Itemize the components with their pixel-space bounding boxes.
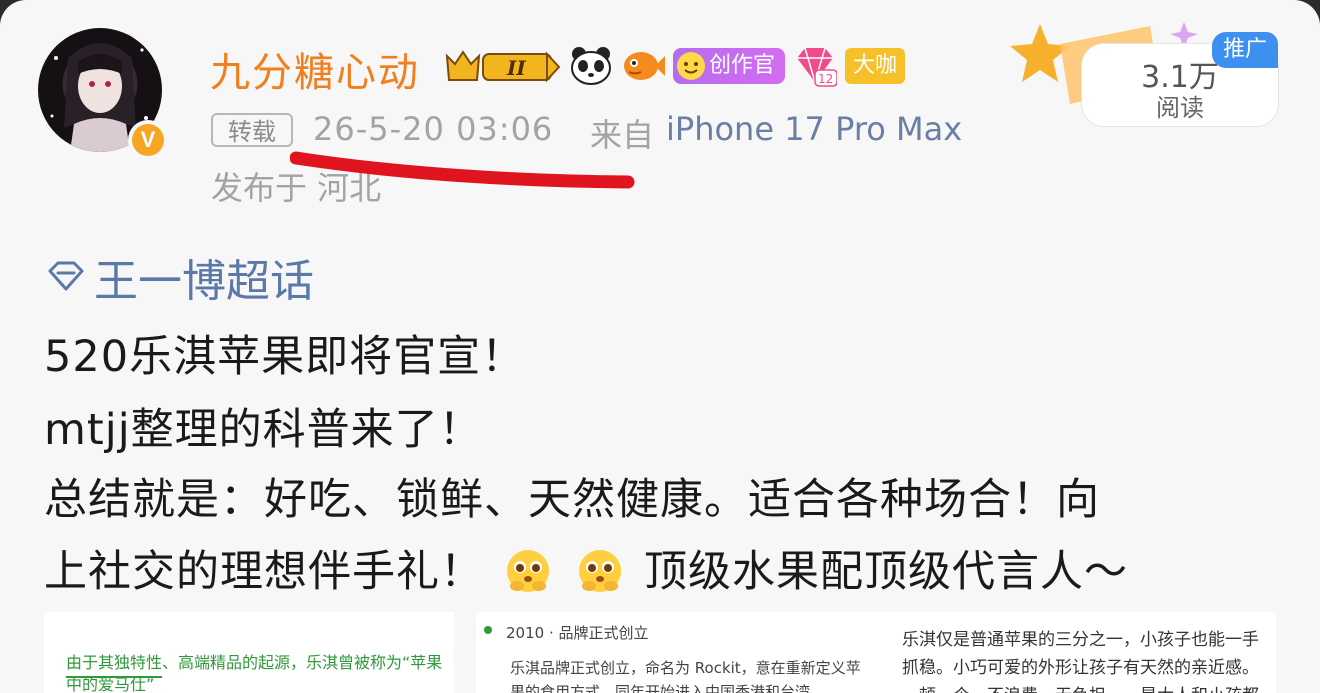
creator-badge[interactable]: 创作官 [673,48,786,84]
user-badges: II 创作官 12 大咖 [443,44,906,88]
post-text-line-4-suffix: 顶级水果配顶级代言人～ [644,547,1129,597]
source-device-link[interactable]: iPhone 17 Pro Max [666,110,962,148]
post-image-1[interactable]: 由于其独特性、高端精品的起源，乐淇曾被称为“苹果中的爱马仕” [44,612,454,693]
timeline-dot-icon [484,626,492,634]
pleading-emoji-icon [577,548,623,594]
username[interactable]: 九分糖心动 [210,40,420,98]
post-text-line-4-prefix: 上社交的理想伴手礼！ [44,547,484,597]
repost-tag: 转载 [211,113,293,147]
image-3-text: 乐淇仅是普通苹果的三分之一，小孩子也能一手抓稳。小巧可爱的外形让孩子有天然的亲近… [902,630,1259,693]
post-text-line-3: 总结就是：好吃、锁鲜、天然健康。适合各种场合！向 [44,475,1100,525]
gem-icon: 12 [797,47,838,87]
topic-label: 王一博超话 [94,256,314,307]
gem-level-text: 12 [818,72,833,86]
post-timestamp: 26-5-20 03:06 [313,110,554,148]
gem-badge[interactable]: 12 [793,44,838,88]
verified-badge: V [128,120,168,160]
image-1-underline [66,676,162,678]
fish-icon [624,52,665,80]
post-text-line-1: 520乐淇苹果即将官宣！ [44,332,526,382]
creator-badge-label: 创作官 [709,53,776,78]
crown-level-text: II [506,56,526,80]
image-1-text: 由于其独特性、高端精品的起源，乐淇曾被称为“苹果中的爱马仕” [66,653,443,693]
crown-badge-icon: II [445,50,561,83]
crown-level-badge[interactable]: II [443,46,561,86]
creator-icon [677,52,705,80]
verified-v-icon: V [132,124,164,156]
post-image-3[interactable]: 乐淇仅是普通苹果的三分之一，小孩子也能一手抓稳。小巧可爱的外形让孩子有天然的亲近… [876,612,1276,693]
topic-diamond-icon [48,261,84,291]
promo-tag: 推广 [1212,32,1278,68]
post-text-line-4: 上社交的理想伴手礼！ 顶级水果配顶级代言人～ [44,537,1128,599]
panda-badge[interactable] [569,44,613,88]
image-2-heading: 2010 · 品牌正式创立 [506,624,649,642]
post-text-line-2: mtjj整理的科普来了！ [44,405,483,455]
post-image-2[interactable]: 2010 · 品牌正式创立 乐淇品牌正式创立，命名为 Rockit，意在重新定义… [476,612,876,693]
read-label: 阅读 [1156,94,1204,122]
supertopic-link[interactable]: 王一博超话 [44,245,314,309]
fish-badge[interactable] [621,44,665,88]
image-2-text: 乐淇品牌正式创立，命名为 Rockit，意在重新定义苹果的食用方式，同年开始进入… [510,659,861,693]
pleading-emoji-icon [505,548,551,594]
big-shot-badge[interactable]: 大咖 [845,48,906,84]
weibo-post-card: V 九分糖心动 II 创作官 12 大咖 转载 26-5-20 03:06 来自… [0,0,1320,693]
panda-icon [571,47,611,85]
red-underline-annotation [290,151,635,189]
